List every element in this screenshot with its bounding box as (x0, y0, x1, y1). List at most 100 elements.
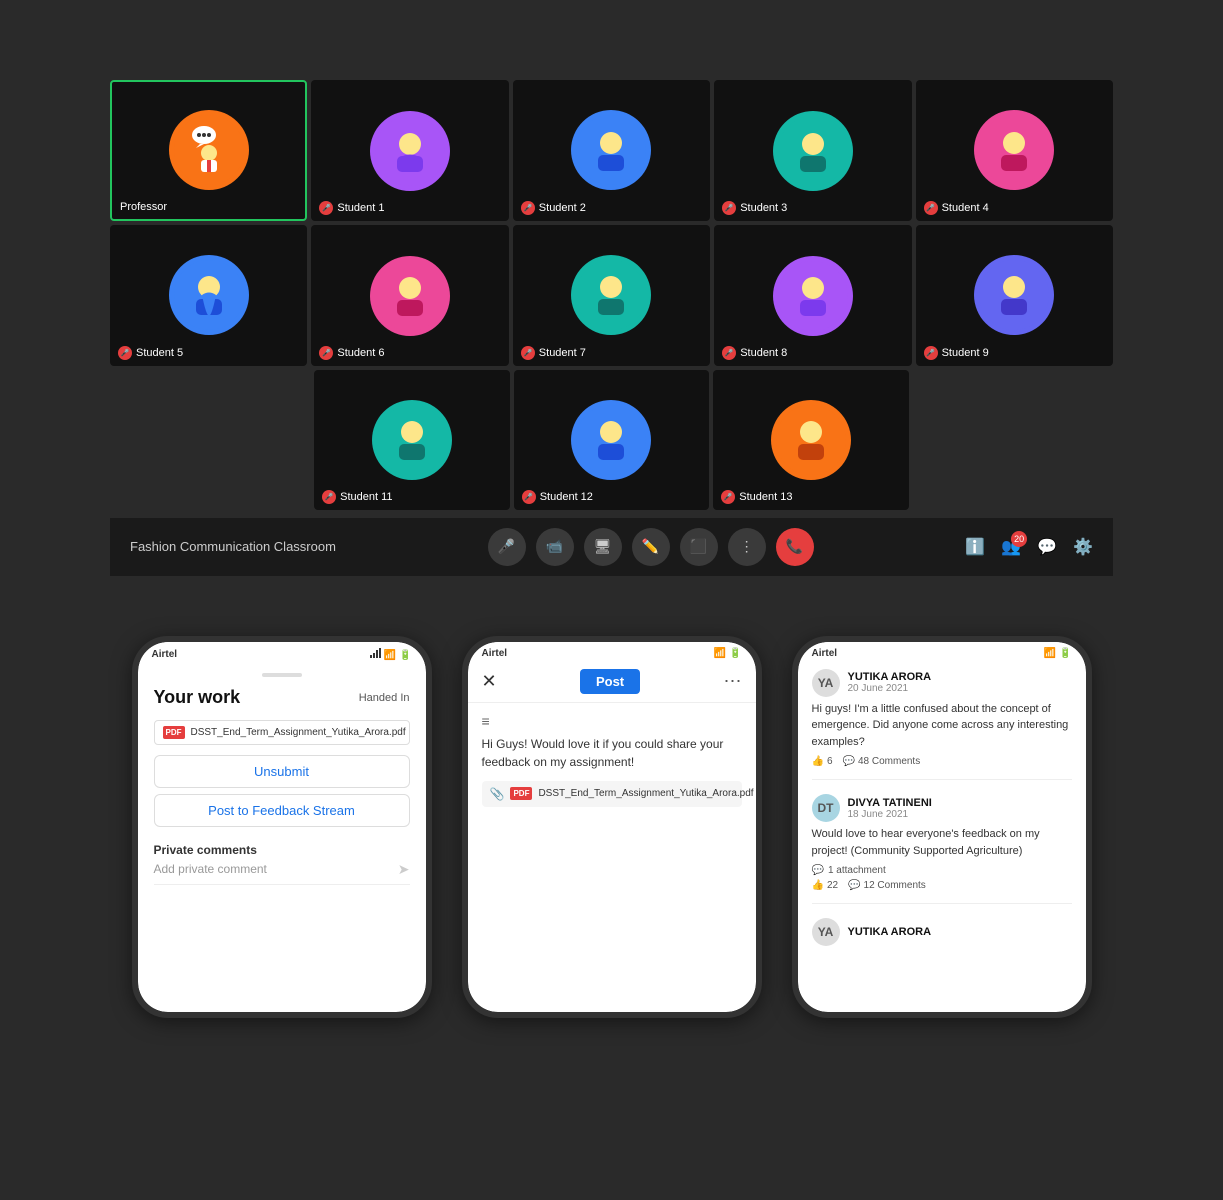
feed-user-row-1: YA YUTIKA ARORA 20 June 2021 (812, 669, 1072, 697)
screen-share-button[interactable]: 🖥 (584, 528, 622, 566)
student9-avatar (974, 255, 1054, 335)
phone1-status-bar: Airtel 📶 🔋 (138, 642, 426, 663)
mute-icon-student4: 🎤 (924, 201, 938, 215)
student1-name-text: Student 1 (337, 202, 384, 214)
video-cell-student1[interactable]: 🎤 Student 1 (311, 80, 508, 221)
phone3-screen: Airtel 📶 🔋 YA YUTIKA ARORA 20 June 2021 … (798, 642, 1086, 1012)
mute-icon-student13: 🎤 (721, 490, 735, 504)
student3-avatar (773, 111, 853, 191)
mute-icon-student8: 🎤 (722, 346, 736, 360)
mute-icon-student3: 🎤 (722, 201, 736, 215)
video-cell-student11[interactable]: 🎤 Student 11 (314, 370, 510, 510)
whiteboard-button[interactable]: ✏️ (632, 528, 670, 566)
phone1-icons: 📶 🔋 (370, 648, 411, 661)
video-section: Professor 🎤 Student 1 🎤 Student 2 (0, 0, 1223, 596)
student4-avatar (974, 110, 1054, 190)
mic-button[interactable]: 🎤 (488, 528, 526, 566)
professor-name-text: Professor (120, 201, 167, 213)
comment-action-1[interactable]: 💬 48 Comments (843, 756, 921, 767)
meeting-toolbar: Fashion Communication Classroom 🎤 📹 🖥 ✏️… (110, 518, 1113, 576)
toolbar-right-icons: ℹ️ 👥 20 💬 ⚙️ (965, 537, 1093, 557)
mute-icon-student11: 🎤 (322, 490, 336, 504)
room-name-label: Fashion Communication Classroom (130, 539, 336, 554)
mute-icon-student9: 🎤 (924, 346, 938, 360)
video-cell-student4[interactable]: 🎤 Student 4 (916, 80, 1113, 221)
video-cell-student13[interactable]: 🎤 Student 13 (713, 370, 909, 510)
phone2-body: ≡ Hi Guys! Would love it if you could sh… (468, 703, 756, 817)
compose-text[interactable]: Hi Guys! Would love it if you could shar… (482, 735, 742, 771)
post-button[interactable]: Post (580, 669, 640, 694)
participant-count-badge: 20 (1011, 531, 1027, 547)
phone1-screen: Airtel 📶 🔋 Your work Handed In PDF DSST_… (138, 642, 426, 1012)
phone2-header: ✕ Post ⋯ (468, 661, 756, 703)
video-cell-student5[interactable]: 🎤 Student 5 (110, 225, 307, 366)
phones-section: Airtel 📶 🔋 Your work Handed In PDF DSST_… (0, 596, 1223, 1058)
student8-label: 🎤 Student 8 (722, 346, 787, 360)
video-cell-student7[interactable]: 🎤 Student 7 (513, 225, 710, 366)
video-cell-student3[interactable]: 🎤 Student 3 (714, 80, 911, 221)
video-cell-student12[interactable]: 🎤 Student 12 (514, 370, 710, 510)
phone2-screen: Airtel 📶 🔋 ✕ Post ⋯ ≡ Hi Guys! Would lov… (468, 642, 756, 1012)
attach-icon: 📎 (490, 787, 505, 801)
student1-label: 🎤 Student 1 (319, 201, 384, 215)
phone2-status-bar: Airtel 📶 🔋 (468, 642, 756, 661)
student5-label: 🎤 Student 5 (118, 346, 183, 360)
student5-name-text: Student 5 (136, 347, 183, 359)
send-icon[interactable]: ➤ (398, 861, 410, 878)
feed-username-2: DIVYA TATINENI (848, 797, 932, 809)
post-to-feedback-button[interactable]: Post to Feedback Stream (154, 794, 410, 827)
more-options-button[interactable]: ⋯ (723, 671, 741, 692)
pdf-icon: PDF (163, 726, 185, 739)
attachment-pdf-icon: PDF (510, 787, 532, 800)
more-button[interactable]: ⋮ (728, 528, 766, 566)
student11-label: 🎤 Student 11 (322, 490, 392, 504)
student7-avatar (571, 255, 651, 335)
like-action-2[interactable]: 👍 22 (812, 880, 839, 891)
video-cell-student8[interactable]: 🎤 Student 8 (714, 225, 911, 366)
student9-name-text: Student 9 (942, 347, 989, 359)
end-call-button[interactable]: 📞 (776, 528, 814, 566)
phone2-carrier: Airtel (482, 648, 508, 659)
student6-label: 🎤 Student 6 (319, 346, 384, 360)
your-work-title: Your work (154, 687, 241, 708)
add-comment-placeholder[interactable]: Add private comment (154, 862, 267, 876)
layout-button[interactable]: ⬛ (680, 528, 718, 566)
video-cell-professor[interactable]: Professor (110, 80, 307, 221)
video-grid-row1: Professor 🎤 Student 1 🎤 Student 2 (110, 80, 1113, 221)
video-button[interactable]: 📹 (536, 528, 574, 566)
phone1-carrier: Airtel (152, 649, 178, 660)
info-button[interactable]: ℹ️ (965, 537, 985, 557)
student1-avatar (370, 111, 450, 191)
student4-name-text: Student 4 (942, 202, 989, 214)
like-action-1[interactable]: 👍 6 (812, 756, 833, 767)
video-grid-row2: 🎤 Student 5 🎤 Student 6 🎤 Student 7 (110, 225, 1113, 366)
comment-action-2[interactable]: 💬 12 Comments (848, 880, 926, 891)
phone1-content: Your work Handed In PDF DSST_End_Term_As… (138, 663, 426, 895)
student11-avatar (372, 400, 452, 480)
student13-name-text: Student 13 (739, 491, 792, 503)
feed-user-row-3: YA YUTIKA ARORA (812, 918, 1072, 946)
attachment-file-name: DSST_End_Term_Assignment_Yutika_Arora.pd… (538, 788, 753, 799)
video-cell-student9[interactable]: 🎤 Student 9 (916, 225, 1113, 366)
participants-button[interactable]: 👥 20 (1001, 537, 1021, 557)
unsubmit-button[interactable]: Unsubmit (154, 755, 410, 788)
feed-actions-1: 👍 6 💬 48 Comments (812, 756, 1072, 767)
mute-icon-student2: 🎤 (521, 201, 535, 215)
phone3-icons: 📶 🔋 (1044, 648, 1072, 659)
feed-actions-2: 👍 22 💬 12 Comments (812, 880, 1072, 891)
student2-label: 🎤 Student 2 (521, 201, 586, 215)
video-cell-student2[interactable]: 🎤 Student 2 (513, 80, 710, 221)
mute-icon-student5: 🎤 (118, 346, 132, 360)
close-compose-button[interactable]: ✕ (482, 671, 497, 692)
student5-avatar (169, 255, 249, 335)
chat-button[interactable]: 💬 (1037, 537, 1057, 557)
handed-in-badge: Handed In (359, 692, 410, 704)
private-comments-label: Private comments (154, 843, 410, 857)
student3-label: 🎤 Student 3 (722, 201, 787, 215)
phone3-mockup: Airtel 📶 🔋 YA YUTIKA ARORA 20 June 2021 … (792, 636, 1092, 1018)
activities-button[interactable]: ⚙️ (1073, 537, 1093, 557)
video-cell-student6[interactable]: 🎤 Student 6 (311, 225, 508, 366)
feed-item-3: YA YUTIKA ARORA (812, 918, 1072, 962)
mute-icon-student6: 🎤 (319, 346, 333, 360)
feed-item-1: YA YUTIKA ARORA 20 June 2021 Hi guys! I'… (812, 669, 1072, 781)
